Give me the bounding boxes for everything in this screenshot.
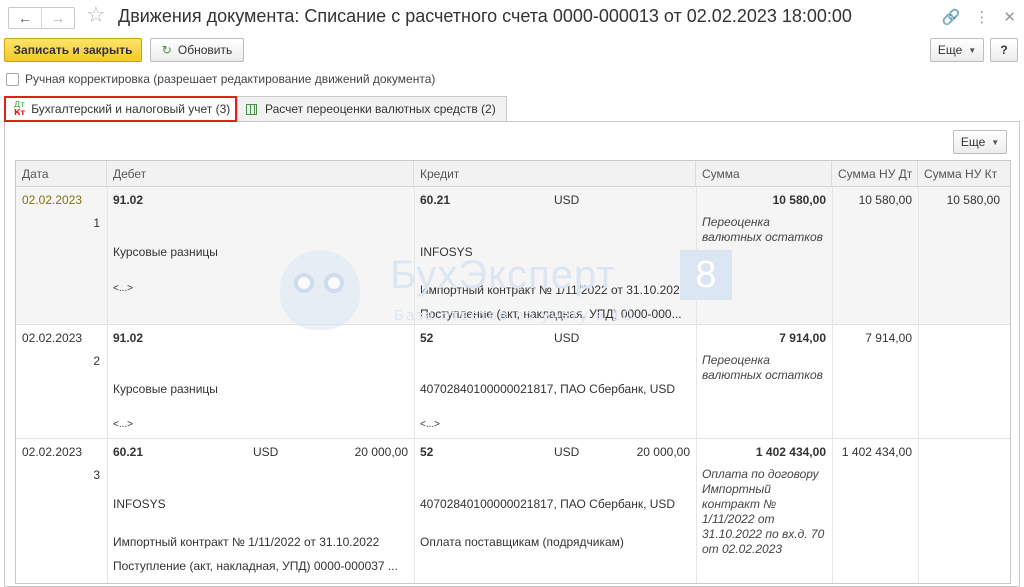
entries-table[interactable]: Дата Дебет Кредит Сумма Сумма НУ Дт Сумм… [15, 160, 1011, 584]
refresh-button[interactable]: ↻ Обновить [150, 38, 244, 62]
debit-subconto-1: Курсовые разницы [113, 382, 218, 396]
debit-subconto-2: <...> [113, 283, 134, 294]
credit-subconto-1: 40702840100000021817, ПАО Сбербанк, USD [420, 497, 676, 511]
credit-account: 52 [420, 445, 434, 459]
more-label: Еще [937, 43, 963, 57]
credit-subconto-3: Поступление (акт, накладная, УПД) 0000-0… [420, 307, 682, 321]
column-header-date[interactable]: Дата [16, 161, 107, 187]
row-number: 1 [93, 216, 100, 230]
row-sum: 7 914,00 [779, 331, 826, 345]
row-sum-nu-kt: 10 580,00 [946, 193, 1000, 207]
title-bar: ← → ☆ Движения документа: Списание с рас… [0, 0, 1024, 34]
manual-correction-label[interactable]: Ручная корректировка (разрешает редактир… [25, 72, 435, 86]
credit-currency: USD [554, 445, 580, 459]
tab-panel: Еще ▼ Дата Дебет Кредит Сумма Сумма НУ Д… [4, 121, 1020, 587]
window-controls: 🔗 ⋮ ✕ [942, 8, 1016, 26]
debit-subconto-2: <...> [113, 419, 134, 430]
refresh-icon: ↻ [161, 43, 172, 57]
credit-currency: USD [554, 193, 580, 207]
credit-account: 52 [420, 331, 434, 345]
credit-subconto-2: <...> [420, 419, 441, 430]
close-icon[interactable]: ✕ [1003, 8, 1016, 26]
forward-icon: → [51, 10, 65, 26]
row-sum-nu-dt: 7 914,00 [865, 331, 912, 345]
column-header-sum-nu-kt[interactable]: Сумма НУ Кт [918, 161, 1010, 187]
tab-label: Бухгалтерский и налоговый учет (3) [31, 102, 231, 116]
credit-subconto-2: Импортный контракт № 1/11/2022 от 31.10.… [420, 283, 687, 297]
debit-account: 91.02 [113, 331, 144, 345]
credit-amount: 20 000,00 [636, 445, 690, 459]
tab-accounting-tax[interactable]: Дт Кт Бухгалтерский и налоговый учет (3) [4, 96, 237, 122]
back-button[interactable]: ← [9, 8, 41, 28]
row-content: Переоценка валютных остатков [702, 353, 823, 382]
row-sum: 10 580,00 [772, 193, 826, 207]
debit-subconto-1: INFOSYS [113, 497, 166, 511]
column-divider [107, 187, 108, 583]
credit-currency: USD [554, 331, 580, 345]
debit-subconto-1: Курсовые разницы [113, 245, 218, 259]
row-number: 3 [93, 468, 100, 482]
debit-subconto-3: Поступление (акт, накладная, УПД) 0000-0… [113, 559, 398, 573]
debit-currency: USD [253, 445, 279, 459]
save-and-close-button[interactable]: Записать и закрыть [4, 38, 142, 62]
tab-label: Расчет переоценки валютных средств (2) [265, 102, 496, 116]
tab-currency-revaluation[interactable]: Расчет переоценки валютных средств (2) [237, 96, 507, 121]
credit-subconto-1: INFOSYS [420, 245, 473, 259]
table-row[interactable]: 02.02.2023 1 91.02 Курсовые разницы <...… [16, 187, 1010, 325]
panel-more-label: Еще [960, 135, 986, 149]
row-sum: 1 402 434,00 [755, 445, 826, 459]
row-sum-nu-dt: 1 402 434,00 [841, 445, 912, 459]
manual-correction-checkbox[interactable] [6, 72, 19, 86]
row-content: Оплата по договору Импортный контракт № … [702, 467, 825, 556]
chevron-down-icon: ▼ [968, 45, 977, 55]
manual-correction-row: Ручная корректировка (разрешает редактир… [6, 71, 435, 87]
column-header-sum[interactable]: Сумма [696, 161, 832, 187]
table-row[interactable]: 02.02.2023 2 91.02 Курсовые разницы <...… [16, 325, 1010, 439]
debit-account: 91.02 [113, 193, 144, 207]
credit-account: 60.21 [420, 193, 451, 207]
back-icon: ← [18, 10, 32, 26]
debit-account: 60.21 [113, 445, 144, 459]
chevron-down-icon: ▼ [991, 137, 1000, 147]
command-bar: Записать и закрыть ↻ Обновить Еще ▼ ? [0, 38, 1024, 64]
debit-credit-icon: Дт Кт [14, 100, 26, 117]
row-sum-nu-dt: 10 580,00 [858, 193, 912, 207]
credit-subconto-1: 40702840100000021817, ПАО Сбербанк, USD [420, 382, 676, 396]
debit-subconto-2: Импортный контракт № 1/11/2022 от 31.10.… [113, 535, 380, 549]
more-button[interactable]: Еще ▼ [930, 38, 984, 62]
table-icon [246, 103, 257, 115]
forward-button[interactable]: → [41, 8, 74, 28]
column-divider [832, 187, 833, 583]
column-divider [918, 187, 919, 583]
row-date: 02.02.2023 [22, 331, 83, 345]
column-header-debit[interactable]: Дебет [107, 161, 414, 187]
menu-icon[interactable]: ⋮ [974, 8, 989, 26]
window-title: Движения документа: Списание с расчетног… [118, 6, 852, 26]
column-header-credit[interactable]: Кредит [414, 161, 696, 187]
credit-subconto-2: Оплата поставщикам (подрядчикам) [420, 535, 624, 549]
column-header-sum-nu-dt[interactable]: Сумма НУ Дт [832, 161, 918, 187]
column-divider [414, 187, 415, 583]
column-divider [696, 187, 697, 583]
row-content: Переоценка валютных остатков [702, 215, 823, 244]
row-date: 02.02.2023 [22, 445, 83, 459]
favorite-star-icon[interactable]: ☆ [86, 3, 106, 28]
help-button[interactable]: ? [990, 38, 1018, 62]
tab-bar: Дт Кт Бухгалтерский и налоговый учет (3)… [4, 96, 1020, 122]
refresh-label: Обновить [177, 43, 233, 57]
link-icon[interactable]: 🔗 [942, 8, 961, 26]
table-header: Дата Дебет Кредит Сумма Сумма НУ Дт Сумм… [16, 161, 1010, 187]
panel-more-button[interactable]: Еще ▼ [953, 130, 1007, 154]
table-row[interactable]: 02.02.2023 3 60.21 USD 20 000,00 INFOSYS… [16, 439, 1010, 583]
row-date: 02.02.2023 [22, 193, 83, 207]
debit-amount: 20 000,00 [354, 445, 408, 459]
row-number: 2 [93, 354, 100, 368]
navigation-group: ← → [8, 7, 75, 29]
